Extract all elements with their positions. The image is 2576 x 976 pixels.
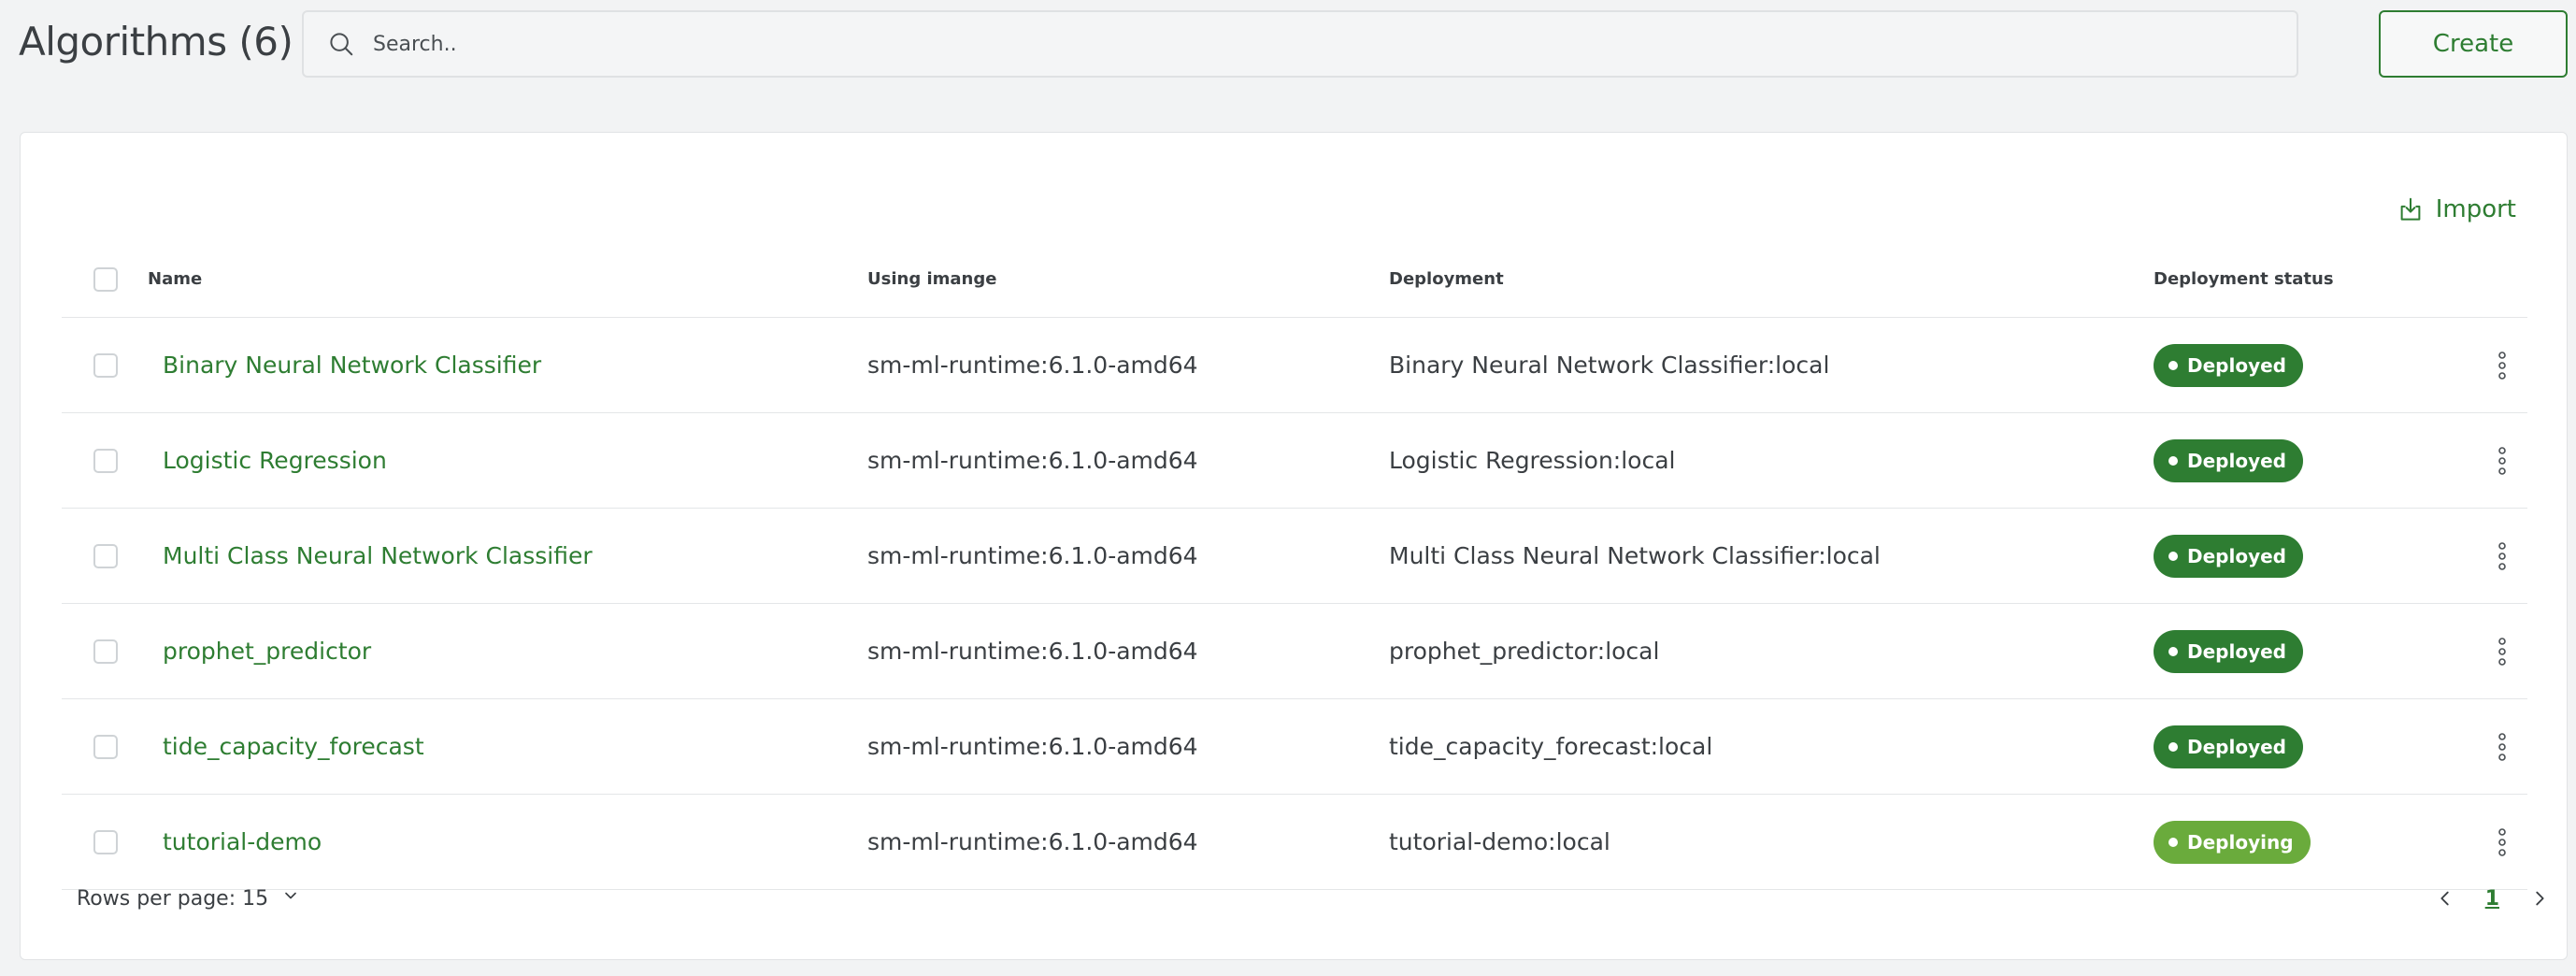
column-header-name: Name: [148, 269, 203, 289]
status-badge: Deploying: [2154, 820, 2311, 864]
algorithms-table: Name Using imange Deployment Deployment …: [62, 241, 2527, 890]
algorithm-name-link[interactable]: prophet_predictor: [163, 638, 371, 665]
table-row: prophet_predictor sm-ml-runtime:6.1.0-am…: [62, 604, 2527, 699]
image-value: sm-ml-runtime:6.1.0-amd64: [867, 828, 1198, 855]
more-vertical-icon[interactable]: [2488, 442, 2516, 480]
status-label: Deployed: [2187, 639, 2286, 663]
algorithms-page: Algorithms (6) Create Import: [0, 0, 2576, 976]
import-icon: [2397, 195, 2425, 223]
column-header-deployment: Deployment: [1389, 269, 1504, 289]
page-number[interactable]: 1: [2485, 887, 2499, 911]
more-vertical-icon[interactable]: [2488, 538, 2516, 575]
status-dot: [2168, 551, 2178, 561]
algorithms-card: Import Name Using imange Deployment Depl…: [20, 132, 2568, 960]
search-box[interactable]: [302, 10, 2298, 78]
status-dot: [2168, 741, 2178, 752]
algorithm-name-link[interactable]: Multi Class Neural Network Classifier: [163, 542, 593, 569]
image-value: sm-ml-runtime:6.1.0-amd64: [867, 447, 1198, 474]
status-label: Deployed: [2187, 353, 2286, 377]
deployment-value: Logistic Regression:local: [1389, 447, 1676, 474]
status-dot: [2168, 455, 2178, 466]
algorithm-name-link[interactable]: tutorial-demo: [163, 828, 322, 855]
select-all-checkbox[interactable]: [93, 266, 118, 292]
algorithm-name-link[interactable]: Logistic Regression: [163, 447, 387, 474]
status-label: Deployed: [2187, 449, 2286, 472]
status-badge: Deployed: [2154, 534, 2303, 578]
table-footer: Rows per page: 15 1: [77, 873, 2554, 924]
row-checkbox[interactable]: [93, 829, 118, 854]
pagination: 1: [2431, 873, 2554, 924]
import-button[interactable]: Import: [2397, 191, 2516, 228]
table-row: Multi Class Neural Network Classifier sm…: [62, 509, 2527, 604]
status-badge: Deployed: [2154, 725, 2303, 768]
algorithm-name-link[interactable]: Binary Neural Network Classifier: [163, 352, 541, 379]
more-vertical-icon[interactable]: [2488, 633, 2516, 670]
chevron-left-icon[interactable]: [2431, 880, 2459, 917]
deployment-value: Multi Class Neural Network Classifier:lo…: [1389, 542, 1881, 569]
status-badge: Deployed: [2154, 438, 2303, 482]
page-title: Algorithms (6): [19, 19, 293, 65]
algorithm-name-link[interactable]: tide_capacity_forecast: [163, 733, 424, 760]
image-value: sm-ml-runtime:6.1.0-amd64: [867, 733, 1198, 760]
rows-per-page-label: Rows per page: 15: [77, 886, 269, 911]
status-badge: Deployed: [2154, 629, 2303, 673]
row-checkbox[interactable]: [93, 352, 118, 378]
more-vertical-icon[interactable]: [2488, 728, 2516, 766]
status-dot: [2168, 360, 2178, 370]
table-row: Logistic Regression sm-ml-runtime:6.1.0-…: [62, 413, 2527, 509]
status-label: Deployed: [2187, 544, 2286, 567]
image-value: sm-ml-runtime:6.1.0-amd64: [867, 542, 1198, 569]
search-input[interactable]: [373, 12, 2297, 76]
row-checkbox[interactable]: [93, 639, 118, 664]
table-row: Binary Neural Network Classifier sm-ml-r…: [62, 318, 2527, 413]
image-value: sm-ml-runtime:6.1.0-amd64: [867, 638, 1198, 665]
deployment-value: prophet_predictor:local: [1389, 638, 1660, 665]
import-label: Import: [2435, 195, 2516, 223]
column-header-status: Deployment status: [2154, 269, 2334, 289]
table-header-row: Name Using imange Deployment Deployment …: [62, 241, 2527, 318]
status-label: Deployed: [2187, 735, 2286, 758]
create-button[interactable]: Create: [2379, 10, 2568, 78]
image-value: sm-ml-runtime:6.1.0-amd64: [867, 352, 1198, 379]
row-checkbox[interactable]: [93, 734, 118, 759]
status-label: Deploying: [2187, 830, 2294, 854]
search-icon: [322, 25, 360, 63]
deployment-value: Binary Neural Network Classifier:local: [1389, 352, 1830, 379]
more-vertical-icon[interactable]: [2488, 824, 2516, 861]
table-row: tide_capacity_forecast sm-ml-runtime:6.1…: [62, 699, 2527, 795]
status-badge: Deployed: [2154, 343, 2303, 387]
row-checkbox[interactable]: [93, 543, 118, 568]
row-checkbox[interactable]: [93, 448, 118, 473]
deployment-value: tide_capacity_forecast:local: [1389, 733, 1713, 760]
rows-per-page-select[interactable]: Rows per page: 15: [77, 873, 300, 924]
more-vertical-icon[interactable]: [2488, 347, 2516, 384]
chevron-down-icon: [281, 886, 300, 911]
status-dot: [2168, 837, 2178, 847]
chevron-right-icon[interactable]: [2526, 880, 2554, 917]
deployment-value: tutorial-demo:local: [1389, 828, 1610, 855]
column-header-image: Using imange: [867, 269, 997, 289]
status-dot: [2168, 646, 2178, 656]
